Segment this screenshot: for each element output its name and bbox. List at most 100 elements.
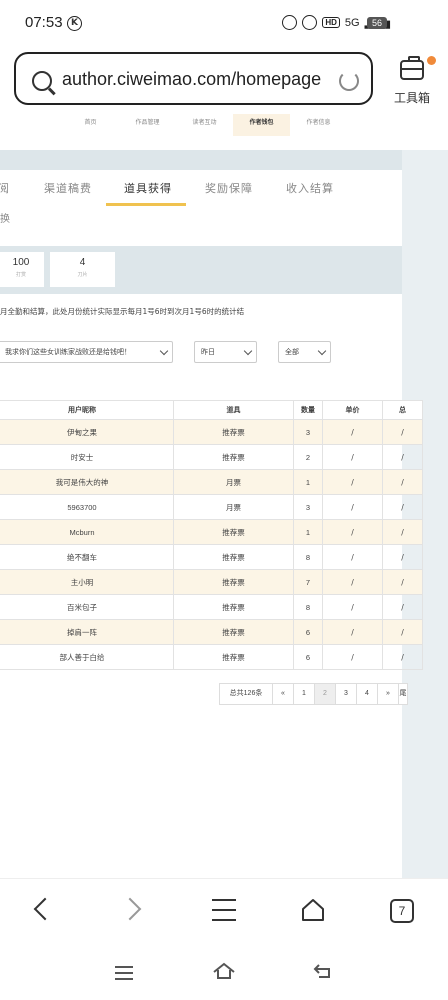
home-icon[interactable] bbox=[301, 898, 325, 922]
section-header-bar bbox=[0, 150, 402, 170]
system-home-icon[interactable] bbox=[212, 962, 236, 980]
table-row: 部人善于白给 推荐票 6 / / bbox=[0, 644, 423, 670]
cell-qty: 1 bbox=[293, 519, 323, 545]
cell-total: / bbox=[382, 519, 423, 545]
col-header-total: 总 bbox=[382, 400, 423, 420]
cell-prop: 推荐票 bbox=[173, 569, 294, 595]
cell-qty: 3 bbox=[293, 494, 323, 520]
pager-total: 总共126条 bbox=[219, 683, 273, 705]
cell-total: / bbox=[382, 594, 423, 620]
date-select[interactable]: 昨日 bbox=[194, 341, 257, 363]
active-tab-indicator bbox=[106, 203, 186, 206]
tab-rewards[interactable]: 奖励保障 bbox=[205, 180, 253, 196]
url-text[interactable]: author.ciweimao.com/homepage bbox=[62, 69, 321, 90]
status-time: 07:53 bbox=[25, 14, 63, 31]
stat-label: 刀片 bbox=[77, 272, 88, 278]
table-row: 主小明 推荐票 7 / / bbox=[0, 569, 423, 595]
pager-page-4[interactable]: 4 bbox=[356, 683, 378, 705]
topnav-works[interactable]: 作品管理 bbox=[119, 114, 176, 136]
cell-total: / bbox=[382, 619, 423, 645]
cell-prop: 推荐票 bbox=[173, 444, 294, 470]
cell-qty: 6 bbox=[293, 644, 323, 670]
cell-nickname: Mcburn bbox=[0, 519, 174, 545]
cell-prop: 月票 bbox=[173, 469, 294, 495]
cell-nickname: 5963700 bbox=[0, 494, 174, 520]
cell-total: / bbox=[382, 544, 423, 570]
pager-next-button[interactable]: » bbox=[377, 683, 399, 705]
pager-page-1[interactable]: 1 bbox=[293, 683, 315, 705]
tab-read[interactable]: 阅 bbox=[0, 180, 10, 196]
stat-reward: 100 打赏 bbox=[0, 252, 44, 287]
tab-settlement[interactable]: 收入结算 bbox=[286, 180, 334, 196]
type-select[interactable]: 全部 bbox=[278, 341, 331, 363]
table-row: 时安士 推荐票 2 / / bbox=[0, 444, 423, 470]
stat-value: 100 bbox=[12, 257, 30, 268]
wallet-tabs: 阅 渠道稿费 道具获得 奖励保障 收入结算 bbox=[0, 172, 402, 206]
browser-bottom-bar bbox=[0, 878, 448, 1000]
topnav-readers[interactable]: 读者互动 bbox=[176, 114, 233, 136]
toolbox-icon[interactable] bbox=[400, 56, 424, 80]
cell-prop: 推荐票 bbox=[173, 419, 294, 445]
cell-nickname: 主小明 bbox=[0, 569, 174, 595]
col-header-prop: 道具 bbox=[173, 400, 294, 420]
reload-icon[interactable] bbox=[339, 71, 359, 91]
cell-qty: 3 bbox=[293, 419, 323, 445]
cell-qty: 7 bbox=[293, 569, 323, 595]
table-row: 我可是伟大的神 月票 1 / / bbox=[0, 469, 423, 495]
cell-nickname: 百米包子 bbox=[0, 594, 174, 620]
table-row: Mcburn 推荐票 1 / / bbox=[0, 519, 423, 545]
cell-price: / bbox=[322, 469, 383, 495]
cell-price: / bbox=[322, 644, 383, 670]
cell-prop: 推荐票 bbox=[173, 544, 294, 570]
cell-qty: 8 bbox=[293, 544, 323, 570]
top-nav: 首页 作品管理 读者互动 作者钱包 作者信息 bbox=[62, 114, 362, 136]
cell-price: / bbox=[322, 619, 383, 645]
table-header-row: 用户昵称 道具 数量 单价 总 bbox=[0, 400, 423, 420]
type-select-value: 全部 bbox=[285, 348, 299, 356]
cell-total: / bbox=[382, 494, 423, 520]
cell-qty: 1 bbox=[293, 469, 323, 495]
stat-blade: 4 刀片 bbox=[50, 252, 115, 287]
chevron-down-icon bbox=[159, 346, 169, 356]
battery-icon: 56 bbox=[367, 17, 387, 29]
pagination: 总共126条 « 1 2 3 4 » 尾 bbox=[219, 683, 408, 705]
system-back-icon[interactable] bbox=[313, 962, 333, 980]
tab-channel-fee[interactable]: 渠道稿费 bbox=[44, 180, 92, 196]
table-row: 伊甸之果 推荐票 3 / / bbox=[0, 419, 423, 445]
cell-price: / bbox=[322, 444, 383, 470]
pager-last-button[interactable]: 尾 bbox=[398, 683, 408, 705]
cell-prop: 推荐票 bbox=[173, 594, 294, 620]
cell-total: / bbox=[382, 644, 423, 670]
col-header-price: 单价 bbox=[322, 400, 383, 420]
toolbox-label[interactable]: 工具箱 bbox=[394, 89, 430, 106]
chevron-down-icon bbox=[243, 346, 253, 356]
table-row: 百米包子 推荐票 8 / / bbox=[0, 594, 423, 620]
topnav-info[interactable]: 作者信息 bbox=[290, 114, 347, 136]
cell-price: / bbox=[322, 419, 383, 445]
tabs-icon[interactable]: 7 bbox=[390, 899, 414, 923]
search-icon bbox=[32, 71, 52, 91]
tab-props[interactable]: 道具获得 bbox=[124, 180, 172, 196]
hd-badge: HD bbox=[322, 17, 340, 28]
table-row: 5963700 月票 3 / / bbox=[0, 494, 423, 520]
cell-nickname: 伊甸之果 bbox=[0, 419, 174, 445]
mute-icon bbox=[302, 15, 318, 30]
system-recents-icon[interactable] bbox=[115, 966, 133, 984]
topnav-home[interactable]: 首页 bbox=[62, 114, 119, 136]
menu-icon[interactable] bbox=[212, 899, 236, 929]
cell-total: / bbox=[382, 569, 423, 595]
date-select-value: 昨日 bbox=[201, 348, 215, 356]
topnav-wallet[interactable]: 作者钱包 bbox=[233, 114, 290, 136]
pager-page-2[interactable]: 2 bbox=[314, 683, 336, 705]
table-row: 掉肩一阵 推荐票 6 / / bbox=[0, 619, 423, 645]
tab-second-row[interactable]: 换 bbox=[0, 210, 10, 225]
cell-price: / bbox=[322, 544, 383, 570]
book-select[interactable]: 我求你们这些女训练家战败还是给钱吧！ bbox=[0, 341, 173, 363]
cell-total: / bbox=[382, 469, 423, 495]
col-header-qty: 数量 bbox=[293, 400, 323, 420]
cell-prop: 推荐票 bbox=[173, 519, 294, 545]
pager-prev-button[interactable]: « bbox=[272, 683, 294, 705]
cell-price: / bbox=[322, 594, 383, 620]
pager-page-3[interactable]: 3 bbox=[335, 683, 357, 705]
stat-value: 4 bbox=[79, 257, 86, 268]
